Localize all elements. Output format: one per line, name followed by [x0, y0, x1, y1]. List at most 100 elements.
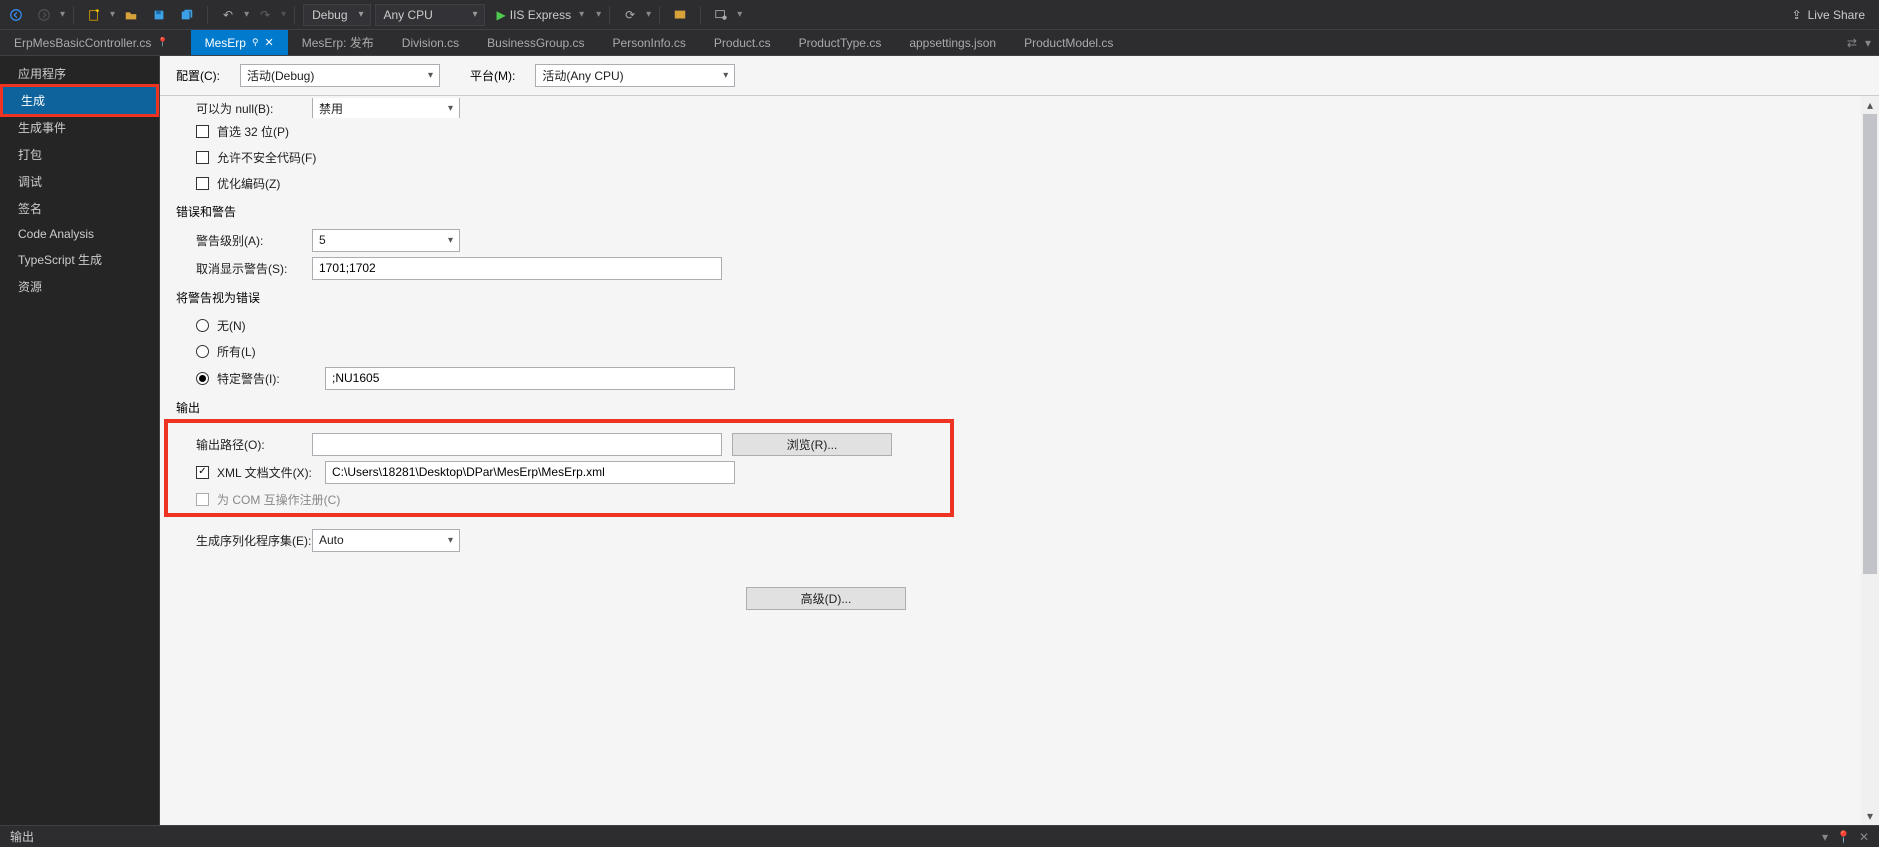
sidebar-item-build[interactable]: 生成 [0, 84, 159, 117]
browser-link-icon[interactable] [668, 3, 692, 27]
tab-producttype[interactable]: ProductType.cs [785, 30, 896, 55]
separator [609, 6, 610, 24]
output-panel-header[interactable]: 输出 ▾ 📍 ✕ [0, 825, 1879, 847]
share-icon: ⇪ [1792, 8, 1802, 22]
sidebar-item-typescript[interactable]: TypeScript 生成 [0, 246, 159, 273]
insights-drop-icon[interactable]: ▾ [737, 9, 742, 20]
warnings-section-title: 错误和警告 [176, 196, 1861, 226]
sidebar-item-build-events[interactable]: 生成事件 [0, 114, 159, 141]
tab-appsettings[interactable]: appsettings.json [895, 30, 1010, 55]
platform-combo[interactable]: 活动(Any CPU) [535, 64, 735, 87]
sidebar-item-debug[interactable]: 调试 [0, 168, 159, 195]
sidebar-item-resources[interactable]: 资源 [0, 273, 159, 300]
tab-product[interactable]: Product.cs [700, 30, 785, 55]
redo-icon[interactable]: ↷ [253, 3, 277, 27]
tab-division[interactable]: Division.cs [388, 30, 473, 55]
treat-specific-input[interactable] [325, 367, 735, 390]
run-drop-icon[interactable]: ▾ [579, 9, 584, 20]
pin-icon[interactable]: 📍 [157, 37, 168, 48]
tab-businessgroup[interactable]: BusinessGroup.cs [473, 30, 598, 55]
browser-drop-icon[interactable]: ▾ [646, 9, 651, 20]
com-register-checkbox [196, 493, 209, 506]
config-label: 配置(C): [176, 67, 220, 84]
xml-doc-input[interactable] [325, 461, 735, 484]
nullable-combo[interactable]: 禁用 [312, 98, 460, 118]
app-insights-icon[interactable] [709, 3, 733, 27]
run-target-label: IIS Express [510, 8, 571, 22]
sidebar-item-code-analysis[interactable]: Code Analysis [0, 222, 159, 246]
sidebar-item-application[interactable]: 应用程序 [0, 60, 159, 87]
tab-personinfo[interactable]: PersonInfo.cs [599, 30, 700, 55]
project-properties-sidebar: 应用程序 生成 生成事件 打包 调试 签名 Code Analysis Type… [0, 56, 160, 825]
sidebar-item-package[interactable]: 打包 [0, 141, 159, 168]
save-all-icon[interactable] [175, 3, 199, 27]
platform-label: 平台(M): [470, 67, 515, 84]
separator [700, 6, 701, 24]
build-properties-page: 配置(C): 活动(Debug) 平台(M): 活动(Any CPU) 可以为 … [160, 56, 1879, 825]
solution-platform-combo[interactable]: Any CPU [375, 4, 485, 26]
nav-fwd-icon[interactable] [32, 3, 56, 27]
browser-refresh-icon[interactable]: ⟳ [618, 3, 642, 27]
solution-config-combo[interactable]: Debug [303, 4, 370, 26]
scroll-down-icon[interactable]: ▾ [1861, 807, 1879, 825]
start-debug-button[interactable]: ▶ IIS Express ▾ [489, 4, 593, 26]
output-section-title: 输出 [176, 392, 1861, 422]
close-icon[interactable]: ✕ [265, 36, 274, 49]
separator [73, 6, 74, 24]
vertical-scrollbar[interactable]: ▴ ▾ [1861, 96, 1879, 825]
treat-none-radio[interactable] [196, 319, 209, 332]
browse-button[interactable]: 浏览(R)... [732, 433, 892, 456]
scroll-thumb[interactable] [1863, 114, 1877, 574]
tab-overflow-icon[interactable]: ⇄ [1847, 36, 1857, 50]
output-path-input[interactable] [312, 433, 722, 456]
pin-icon[interactable]: ⚲ [252, 37, 259, 48]
unsafe-checkbox[interactable] [196, 151, 209, 164]
tab-erpmesbasiccontroller[interactable]: ErpMesBasicController.cs📍 [0, 30, 191, 55]
new-item-drop-icon[interactable]: ▾ [110, 9, 115, 20]
config-combo[interactable]: 活动(Debug) [240, 64, 440, 87]
suppress-input[interactable] [312, 257, 722, 280]
separator [294, 6, 295, 24]
scroll-up-icon[interactable]: ▴ [1861, 96, 1879, 114]
serial-combo[interactable]: Auto [312, 529, 460, 552]
nullable-label: 可以为 null(B): [176, 100, 312, 117]
save-icon[interactable] [147, 3, 171, 27]
xml-doc-label: XML 文档文件(X): [217, 464, 325, 481]
separator [207, 6, 208, 24]
build-properties-body: 可以为 null(B): 禁用 首选 32 位(P) 允许不安全代码(F) 优化… [160, 96, 1861, 825]
panel-drop-icon[interactable]: ▾ [1822, 830, 1828, 844]
treat-all-radio[interactable] [196, 345, 209, 358]
prefer32-checkbox[interactable] [196, 125, 209, 138]
tab-meserp-publish[interactable]: MesErp: 发布 [288, 30, 388, 55]
treat-section-title: 将警告视为错误 [176, 282, 1861, 312]
combo-value: Any CPU [384, 8, 433, 22]
tab-productmodel[interactable]: ProductModel.cs [1010, 30, 1127, 55]
tab-meserp[interactable]: MesErp⚲✕ [191, 30, 288, 55]
combo-value: Debug [312, 8, 347, 22]
open-icon[interactable] [119, 3, 143, 27]
new-item-icon[interactable] [82, 3, 106, 27]
output-path-label: 输出路径(O): [176, 436, 312, 453]
live-share-button[interactable]: ⇪ Live Share [1792, 8, 1865, 22]
separator [659, 6, 660, 24]
redo-drop-icon[interactable]: ▾ [281, 9, 286, 20]
undo-icon[interactable]: ↶ [216, 3, 240, 27]
optimize-label: 优化编码(Z) [217, 175, 280, 192]
nav-back-icon[interactable] [4, 3, 28, 27]
advanced-button[interactable]: 高级(D)... [746, 587, 906, 610]
run-more-icon[interactable]: ▾ [596, 9, 601, 20]
treat-specific-label: 特定警告(I): [217, 370, 325, 387]
main-area: 应用程序 生成 生成事件 打包 调试 签名 Code Analysis Type… [0, 56, 1879, 825]
xml-doc-checkbox[interactable] [196, 466, 209, 479]
undo-drop-icon[interactable]: ▾ [244, 9, 249, 20]
nav-history-icon[interactable]: ▾ [60, 9, 65, 20]
panel-pin-icon[interactable]: 📍 [1836, 830, 1851, 844]
panel-close-icon[interactable]: ✕ [1859, 830, 1869, 844]
sidebar-item-signing[interactable]: 签名 [0, 195, 159, 222]
warn-level-label: 警告级别(A): [176, 232, 312, 249]
optimize-checkbox[interactable] [196, 177, 209, 190]
treat-all-label: 所有(L) [217, 343, 256, 360]
tab-dropdown-icon[interactable]: ▾ [1865, 36, 1871, 50]
treat-specific-radio[interactable] [196, 372, 209, 385]
warn-level-combo[interactable]: 5 [312, 229, 460, 252]
